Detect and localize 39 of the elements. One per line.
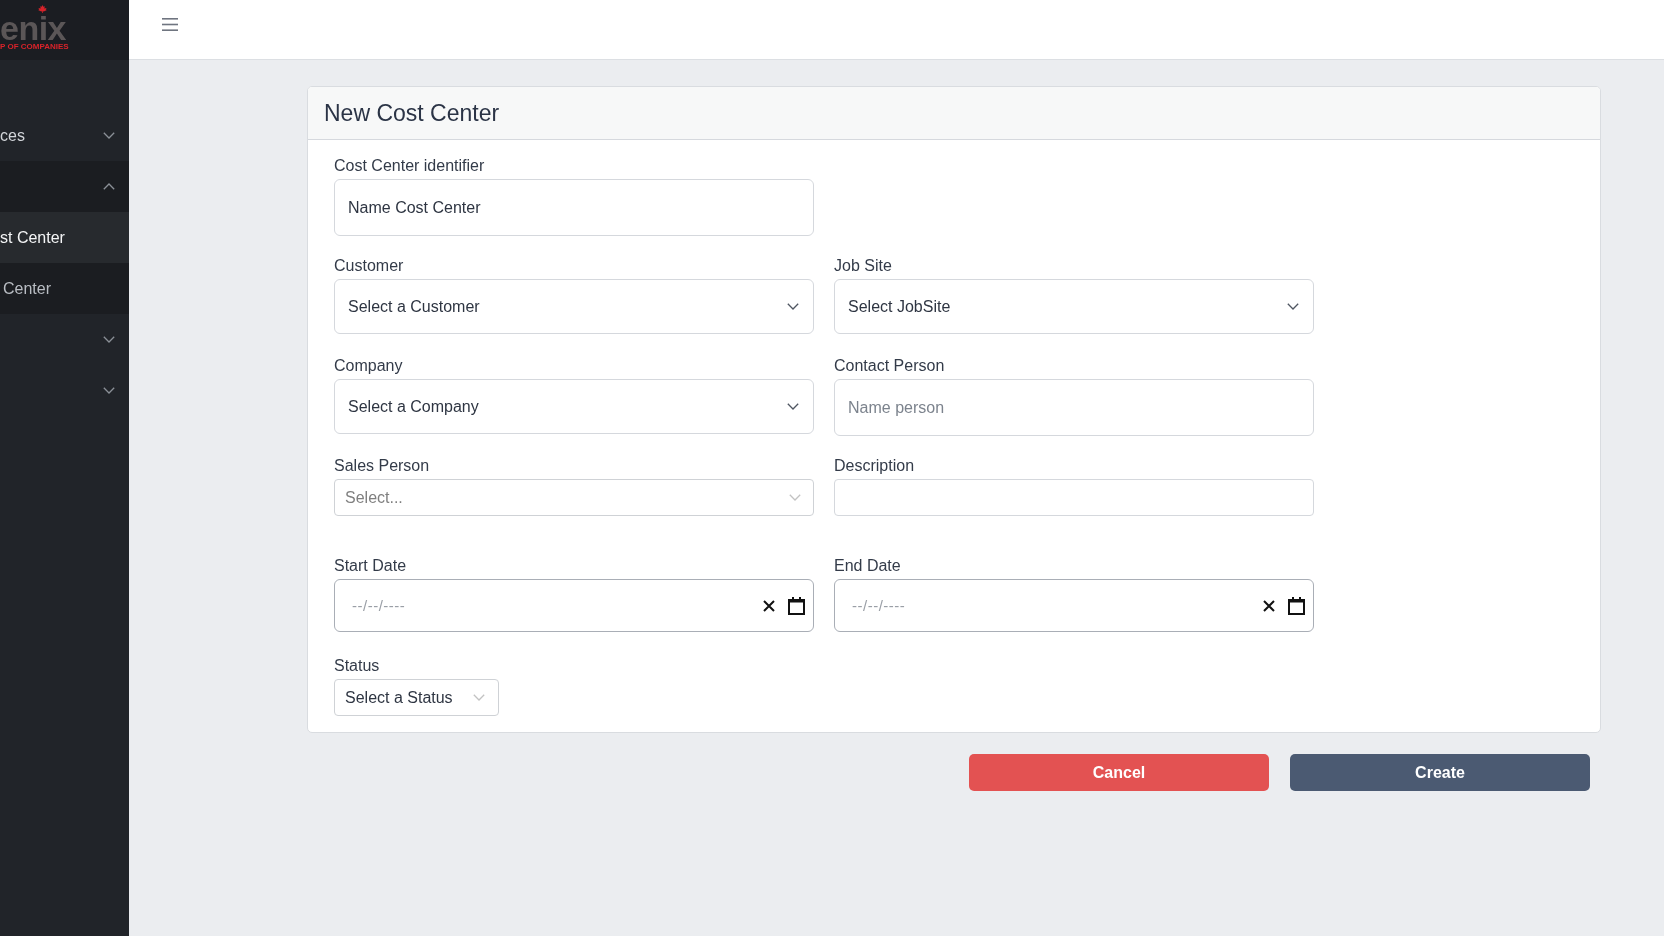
chevron-down-icon (1287, 303, 1299, 310)
form-title: New Cost Center (324, 99, 500, 127)
text-input[interactable]: Name Cost Center (334, 179, 814, 236)
close-icon[interactable] (763, 599, 775, 612)
text-input[interactable]: Name person (834, 379, 1314, 436)
menu-icon[interactable] (162, 18, 178, 31)
sidebar-subitem[interactable]: st Center (0, 212, 129, 263)
field-label: Cost Center identifier (334, 156, 485, 176)
dropdown[interactable]: Select a Status (334, 679, 499, 716)
field-label: Customer (334, 256, 404, 276)
calendar-icon[interactable] (788, 596, 805, 615)
field-label: Company (334, 356, 403, 376)
text-input[interactable] (834, 479, 1314, 516)
field-label: Status (334, 656, 380, 676)
cancel-button[interactable]: Cancel (969, 754, 1269, 791)
logo-wordmark: enix (0, 15, 67, 41)
dropdown[interactable]: Select... (334, 479, 814, 516)
chevron-down-icon (787, 403, 799, 410)
create-button[interactable]: Create (1290, 754, 1590, 791)
calendar-icon[interactable] (1288, 596, 1305, 615)
field-label: Start Date (334, 556, 407, 576)
sidebar-subitem[interactable]: Center (0, 263, 129, 314)
sidebar-item[interactable]: ces (0, 110, 129, 161)
chevron-down-icon (787, 303, 799, 310)
field-label: Job Site (834, 256, 892, 276)
field-label: End Date (834, 556, 901, 576)
leaf-icon (38, 5, 47, 13)
field-label: Description (834, 456, 915, 476)
chevron-down-icon[interactable] (103, 336, 115, 343)
close-icon[interactable] (1263, 599, 1275, 612)
chevron-down-icon (472, 694, 485, 701)
dropdown[interactable]: Select a Company (334, 379, 814, 434)
logo-tagline: P OF COMPANIES (0, 42, 69, 52)
field-label: Sales Person (334, 456, 430, 476)
dropdown[interactable]: Select JobSite (834, 279, 1314, 334)
dropdown[interactable]: Select a Customer (334, 279, 814, 334)
chevron-down-icon[interactable] (103, 387, 115, 394)
field-label: Contact Person (834, 356, 945, 376)
chevron-down-icon (789, 494, 801, 501)
